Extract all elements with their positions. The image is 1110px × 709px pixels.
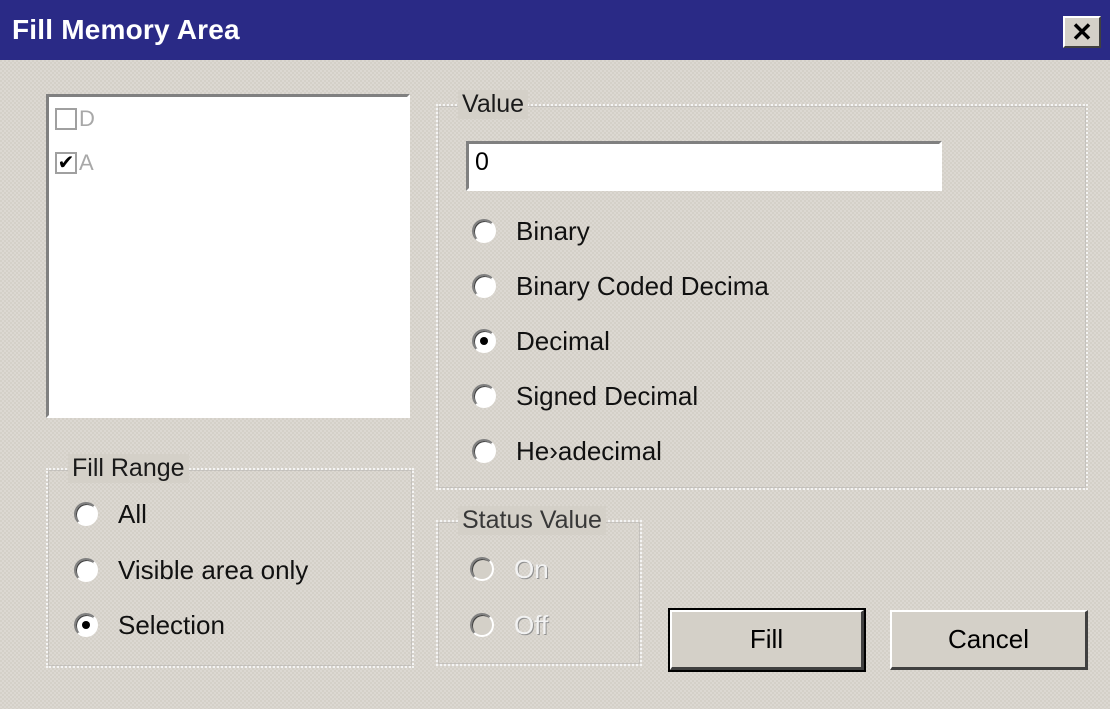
radio-button[interactable] — [472, 274, 496, 298]
radio-button[interactable] — [472, 219, 496, 243]
list-item-label: D — [79, 106, 95, 131]
radio-selection[interactable]: Selection — [74, 608, 225, 642]
close-button[interactable]: ✕ — [1063, 16, 1101, 48]
fill-button[interactable]: Fill — [668, 608, 866, 672]
radio-label-hexadecimal: He›adecimal — [516, 435, 662, 466]
radio-label-decimal: Decimal — [516, 325, 610, 356]
value-group-legend: Value — [458, 90, 529, 119]
value-input[interactable]: 0 — [466, 141, 942, 191]
fill-memory-dialog: Fill Memory Area ✕ D ✔ A Value 0 Binary … — [0, 0, 1110, 709]
radio-status-on: On — [470, 552, 549, 586]
title-bar[interactable]: Fill Memory Area ✕ — [0, 0, 1110, 60]
radio-all[interactable]: All — [74, 497, 147, 531]
checkbox-d[interactable] — [55, 108, 77, 130]
radio-button-selected[interactable] — [472, 329, 496, 353]
checkbox-a[interactable]: ✔ — [55, 152, 77, 174]
radio-button-selected[interactable] — [74, 613, 98, 637]
radio-label-on: On — [514, 553, 549, 584]
radio-label-visible-area-only: Visible area only — [118, 554, 309, 585]
radio-label-signed-decimal: Signed Decimal — [516, 380, 699, 411]
dialog-title: Fill Memory Area — [12, 14, 240, 45]
radio-decimal[interactable]: Decimal — [472, 324, 610, 358]
radio-binary-coded-decimal[interactable]: Binary Coded Decima — [472, 269, 769, 303]
fill-range-legend: Fill Range — [68, 454, 189, 483]
list-item-a[interactable]: ✔ A — [55, 149, 94, 177]
status-value-legend: Status Value — [458, 506, 606, 535]
close-icon: ✕ — [1071, 17, 1093, 47]
cancel-button-label: Cancel — [948, 624, 1029, 654]
radio-label-binary-coded-decimal: Binary Coded Decima — [516, 270, 769, 301]
cancel-button[interactable]: Cancel — [890, 610, 1088, 670]
radio-status-off: Off — [470, 608, 548, 642]
list-item-d[interactable]: D — [55, 105, 95, 133]
radio-hexadecimal[interactable]: He›adecimal — [472, 434, 662, 468]
radio-button[interactable] — [472, 384, 496, 408]
radio-visible-area-only[interactable]: Visible area only — [74, 553, 308, 587]
status-value-group: Status Value — [436, 506, 642, 666]
radio-button[interactable] — [472, 439, 496, 463]
radio-label-all: All — [118, 498, 147, 529]
radio-label-binary: Binary — [516, 215, 590, 246]
radio-signed-decimal[interactable]: Signed Decimal — [472, 379, 698, 413]
radio-button[interactable] — [74, 502, 98, 526]
radio-button[interactable] — [74, 558, 98, 582]
radio-label-off: Off — [514, 609, 549, 640]
radio-label-selection: Selection — [118, 609, 225, 640]
fill-button-label: Fill — [749, 624, 784, 654]
list-item-label: A — [79, 150, 94, 175]
radio-button-disabled — [470, 557, 494, 581]
radio-button-disabled — [470, 613, 494, 637]
register-listbox[interactable]: D ✔ A — [46, 94, 410, 418]
radio-binary[interactable]: Binary — [472, 214, 590, 248]
